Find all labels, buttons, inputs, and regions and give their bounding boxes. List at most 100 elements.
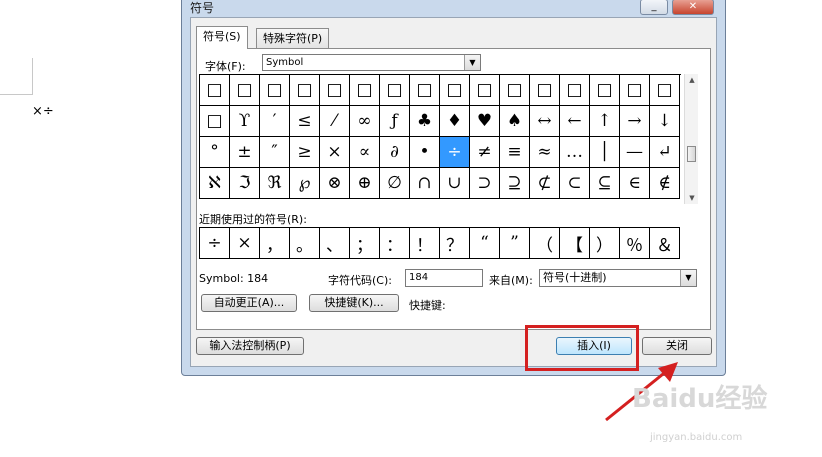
scroll-up-icon[interactable]: ▲ [685,76,699,84]
symbol-cell[interactable]: ϒ [230,106,260,137]
symbol-cell[interactable]: — [620,137,650,168]
recent-symbol-cell[interactable]: ； [350,228,380,259]
symbol-cell[interactable]: ↓ [650,106,680,137]
recent-symbol-cell[interactable]: ： [380,228,410,259]
symbol-cell[interactable]: ♥ [470,106,500,137]
char-code-input[interactable]: 184 [405,269,483,287]
recent-symbol-cell[interactable]: ” [500,228,530,259]
recent-symbol-cell[interactable]: 【 [560,228,590,259]
symbol-cell[interactable]: □ [440,75,470,106]
symbol-cell[interactable]: □ [290,75,320,106]
symbol-cell[interactable]: ∂ [380,137,410,168]
from-label: 来自(M): [489,274,533,287]
symbol-cell[interactable]: □ [200,106,230,137]
title-close-button[interactable]: ✕ [672,0,714,15]
close-button[interactable]: 关闭 [642,337,712,355]
recent-symbol-cell[interactable]: ！ [410,228,440,259]
symbol-cell[interactable]: ⊕ [350,168,380,199]
symbol-cell[interactable]: ℵ [200,168,230,199]
symbol-cell[interactable]: □ [200,75,230,106]
symbol-cell[interactable]: ⊇ [500,168,530,199]
symbol-cell[interactable]: ≈ [530,137,560,168]
symbol-cell[interactable]: □ [260,75,290,106]
symbol-info: Symbol: 184 [199,272,269,285]
symbol-cell[interactable]: ÷ [440,137,470,168]
recent-symbol-cell[interactable]: ÷ [200,228,230,259]
symbol-cell[interactable]: □ [620,75,650,106]
symbol-cell[interactable]: ƒ [380,106,410,137]
symbol-cell[interactable]: ° [200,137,230,168]
symbol-cell[interactable]: ∈ [620,168,650,199]
symbol-cell[interactable]: ∩ [410,168,440,199]
symbol-cell[interactable]: □ [500,75,530,106]
symbol-cell[interactable]: □ [560,75,590,106]
symbol-grid-scrollbar[interactable]: ▲ ▼ [684,74,698,204]
symbol-cell[interactable]: × [320,137,350,168]
symbol-cell[interactable]: □ [470,75,500,106]
symbol-cell[interactable]: ≡ [500,137,530,168]
symbol-cell[interactable]: ∅ [380,168,410,199]
symbol-cell[interactable]: ⁄ [320,106,350,137]
symbol-cell[interactable]: ∉ [650,168,680,199]
symbol-cell[interactable]: ← [560,106,590,137]
symbol-cell[interactable]: ≠ [470,137,500,168]
tab-special-characters[interactable]: 特殊字符(P) [256,28,330,48]
symbol-cell[interactable]: ⊆ [590,168,620,199]
symbol-cell[interactable]: □ [350,75,380,106]
recent-symbol-cell[interactable]: ？ [440,228,470,259]
symbol-cell[interactable]: ± [230,137,260,168]
symbol-cell[interactable]: ≤ [290,106,320,137]
tab-symbols[interactable]: 符号(S) [196,26,248,49]
shortcut-key-button[interactable]: 快捷键(K)... [309,294,399,312]
symbol-cell[interactable]: ⊄ [530,168,560,199]
symbol-cell[interactable]: ″ [260,137,290,168]
symbol-cell[interactable]: ∝ [350,137,380,168]
symbol-dialog: 符号 _ ✕ 符号(S) 特殊字符(P) 字体(F): Symbol ▼ □ □ □… [181,0,726,376]
symbol-cell[interactable]: □ [230,75,260,106]
symbol-cell[interactable]: □ [530,75,560,106]
recent-symbol-cell[interactable]: “ [470,228,500,259]
symbol-cell[interactable]: ♠ [500,106,530,137]
recent-symbol-cell[interactable]: 、 [320,228,350,259]
symbol-cell[interactable]: … [560,137,590,168]
ime-handle-button[interactable]: 输入法控制柄(P) [196,337,304,355]
symbol-cell[interactable]: ℜ [260,168,290,199]
symbol-cell[interactable]: → [620,106,650,137]
symbol-cell[interactable]: ′ [260,106,290,137]
recent-symbol-cell[interactable]: × [230,228,260,259]
chevron-down-icon[interactable]: ▼ [680,270,696,286]
symbol-cell[interactable]: ↔ [530,106,560,137]
symbol-cell[interactable]: ℘ [290,168,320,199]
minimize-button[interactable]: _ [640,0,668,15]
symbol-cell[interactable]: ♦ [440,106,470,137]
recent-symbol-cell[interactable]: ％ [620,228,650,259]
scrollbar-thumb[interactable] [687,146,696,162]
recent-symbol-cell[interactable]: ， [260,228,290,259]
font-select[interactable]: Symbol ▼ [262,54,481,71]
symbol-cell[interactable]: ∪ [440,168,470,199]
chevron-down-icon[interactable]: ▼ [464,55,480,70]
symbol-cell[interactable]: • [410,137,440,168]
symbol-cell[interactable]: ↵ [650,137,680,168]
symbol-cell[interactable]: □ [590,75,620,106]
symbol-cell[interactable]: ℑ [230,168,260,199]
scroll-down-icon[interactable]: ▼ [685,194,699,202]
symbol-cell[interactable]: ⊃ [470,168,500,199]
autocorrect-button[interactable]: 自动更正(A)... [201,294,297,312]
symbol-cell[interactable]: ∞ [350,106,380,137]
recent-symbol-cell[interactable]: ＆ [650,228,680,259]
symbol-cell[interactable]: ≥ [290,137,320,168]
symbol-cell[interactable]: ↑ [590,106,620,137]
symbol-cell[interactable]: □ [650,75,680,106]
from-select[interactable]: 符号(十进制) ▼ [539,269,697,287]
symbol-cell[interactable]: □ [380,75,410,106]
symbol-cell[interactable]: □ [320,75,350,106]
symbol-cell[interactable]: ⊂ [560,168,590,199]
symbol-cell[interactable]: ♣ [410,106,440,137]
symbol-cell[interactable]: □ [410,75,440,106]
symbol-cell[interactable]: ⊗ [320,168,350,199]
recent-symbol-cell[interactable]: （ [530,228,560,259]
symbol-cell[interactable]: │ [590,137,620,168]
recent-symbol-cell[interactable]: ） [590,228,620,259]
recent-symbol-cell[interactable]: 。 [290,228,320,259]
